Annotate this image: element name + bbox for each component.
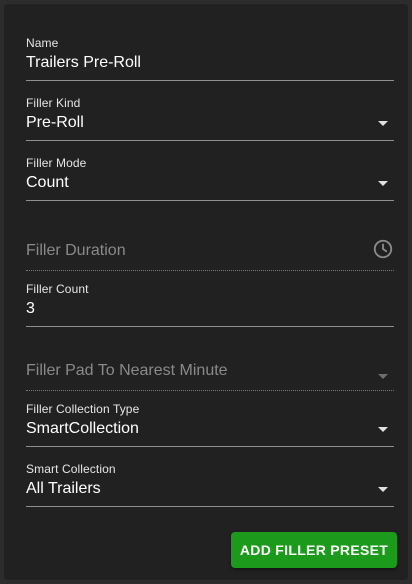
smart-collection-label: Smart Collection <box>26 462 116 476</box>
name-input[interactable]: Trailers Pre-Roll <box>26 54 141 72</box>
filler-pad-underline <box>26 390 394 391</box>
filler-collection-type-value[interactable]: SmartCollection <box>26 420 139 438</box>
name-underline <box>26 80 394 81</box>
filler-collection-type-label: Filler Collection Type <box>26 402 140 416</box>
add-filler-preset-button[interactable]: ADD FILLER PRESET <box>231 532 397 568</box>
filler-kind-select[interactable]: Filler Kind Pre-Roll <box>26 96 394 146</box>
smart-collection-select[interactable]: Smart Collection All Trailers <box>26 462 394 512</box>
filler-mode-value[interactable]: Count <box>26 174 69 192</box>
dropdown-arrow-icon[interactable] <box>378 181 388 186</box>
filler-pad-select: Filler Pad To Nearest Minute <box>26 346 394 392</box>
name-field[interactable]: Name Trailers Pre-Roll <box>26 36 394 86</box>
filler-kind-value[interactable]: Pre-Roll <box>26 114 84 132</box>
dropdown-arrow-icon[interactable] <box>378 487 388 492</box>
filler-duration-field: Filler Duration <box>26 226 394 272</box>
dropdown-arrow-icon[interactable] <box>378 121 388 126</box>
filler-duration-underline <box>26 270 394 271</box>
dropdown-arrow-icon[interactable] <box>378 427 388 432</box>
filler-mode-label: Filler Mode <box>26 156 87 170</box>
filler-kind-label: Filler Kind <box>26 96 81 110</box>
filler-collection-type-select[interactable]: Filler Collection Type SmartCollection <box>26 402 394 452</box>
name-label: Name <box>26 36 59 50</box>
filler-count-label: Filler Count <box>26 282 89 296</box>
clock-icon[interactable] <box>372 238 394 260</box>
smart-collection-value[interactable]: All Trailers <box>26 480 101 498</box>
filler-duration-placeholder: Filler Duration <box>26 242 126 259</box>
filler-count-field[interactable]: Filler Count 3 <box>26 282 394 332</box>
filler-kind-underline <box>26 140 394 141</box>
filler-collection-type-underline <box>26 446 394 447</box>
filler-count-input[interactable]: 3 <box>26 300 35 318</box>
filler-mode-underline <box>26 200 394 201</box>
filler-count-underline <box>26 326 394 327</box>
filler-mode-select[interactable]: Filler Mode Count <box>26 156 394 206</box>
filler-preset-form: Name Trailers Pre-Roll Filler Kind Pre-R… <box>4 4 408 580</box>
smart-collection-underline <box>26 506 394 507</box>
dropdown-arrow-icon <box>378 374 388 379</box>
filler-pad-placeholder: Filler Pad To Nearest Minute <box>26 362 228 379</box>
